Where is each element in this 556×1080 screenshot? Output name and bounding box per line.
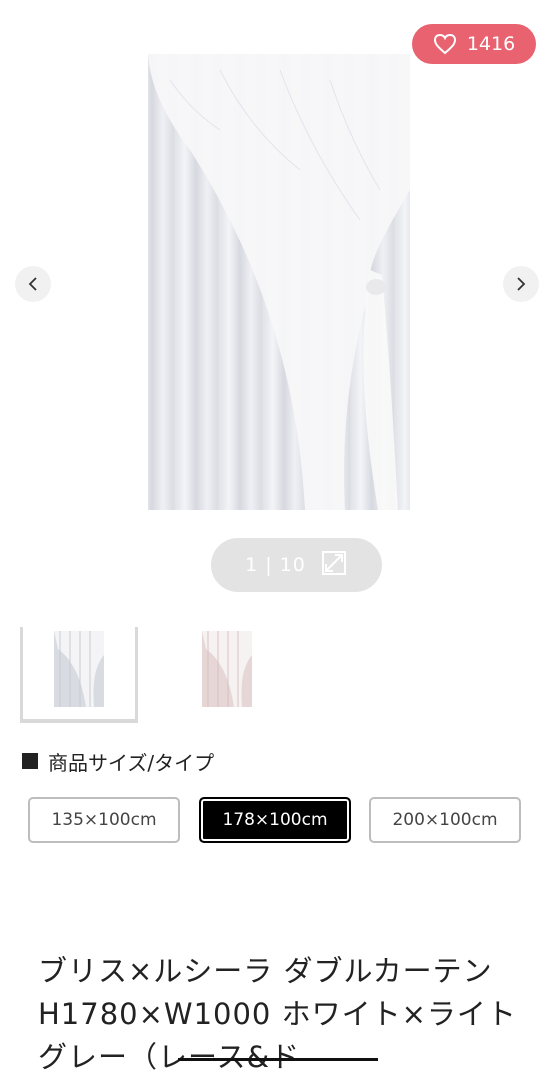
image-counter[interactable]: 1 | 10 bbox=[211, 538, 382, 592]
size-section-heading: 商品サイズ/タイプ bbox=[22, 745, 214, 777]
product-main-image[interactable] bbox=[130, 40, 426, 520]
strike-line bbox=[178, 1058, 378, 1061]
chevron-left-icon bbox=[28, 277, 37, 291]
size-options: 135×100cm 178×100cm 200×100cm bbox=[28, 797, 528, 845]
size-option-135x100[interactable]: 135×100cm bbox=[28, 797, 180, 843]
next-image-button[interactable] bbox=[503, 266, 539, 302]
size-option-200x100[interactable]: 200×100cm bbox=[369, 797, 521, 843]
product-image-gallery[interactable]: 1416 1 | 10 bbox=[0, 0, 556, 610]
thumbnail-pink[interactable] bbox=[168, 627, 286, 723]
square-bullet-icon bbox=[22, 753, 38, 769]
prev-image-button[interactable] bbox=[15, 266, 51, 302]
favorite-button[interactable]: 1416 bbox=[412, 24, 536, 64]
expand-icon[interactable] bbox=[320, 549, 348, 582]
thumbnail-list bbox=[20, 627, 540, 723]
image-counter-text: 1 | 10 bbox=[245, 554, 306, 576]
heart-icon bbox=[433, 33, 456, 55]
chevron-right-icon bbox=[517, 277, 526, 291]
thumbnail-white-light-gray[interactable] bbox=[20, 627, 138, 723]
size-heading-text: 商品サイズ/タイプ bbox=[48, 750, 215, 775]
favorite-count: 1416 bbox=[466, 33, 516, 55]
size-option-178x100-selected[interactable]: 178×100cm bbox=[199, 797, 351, 843]
